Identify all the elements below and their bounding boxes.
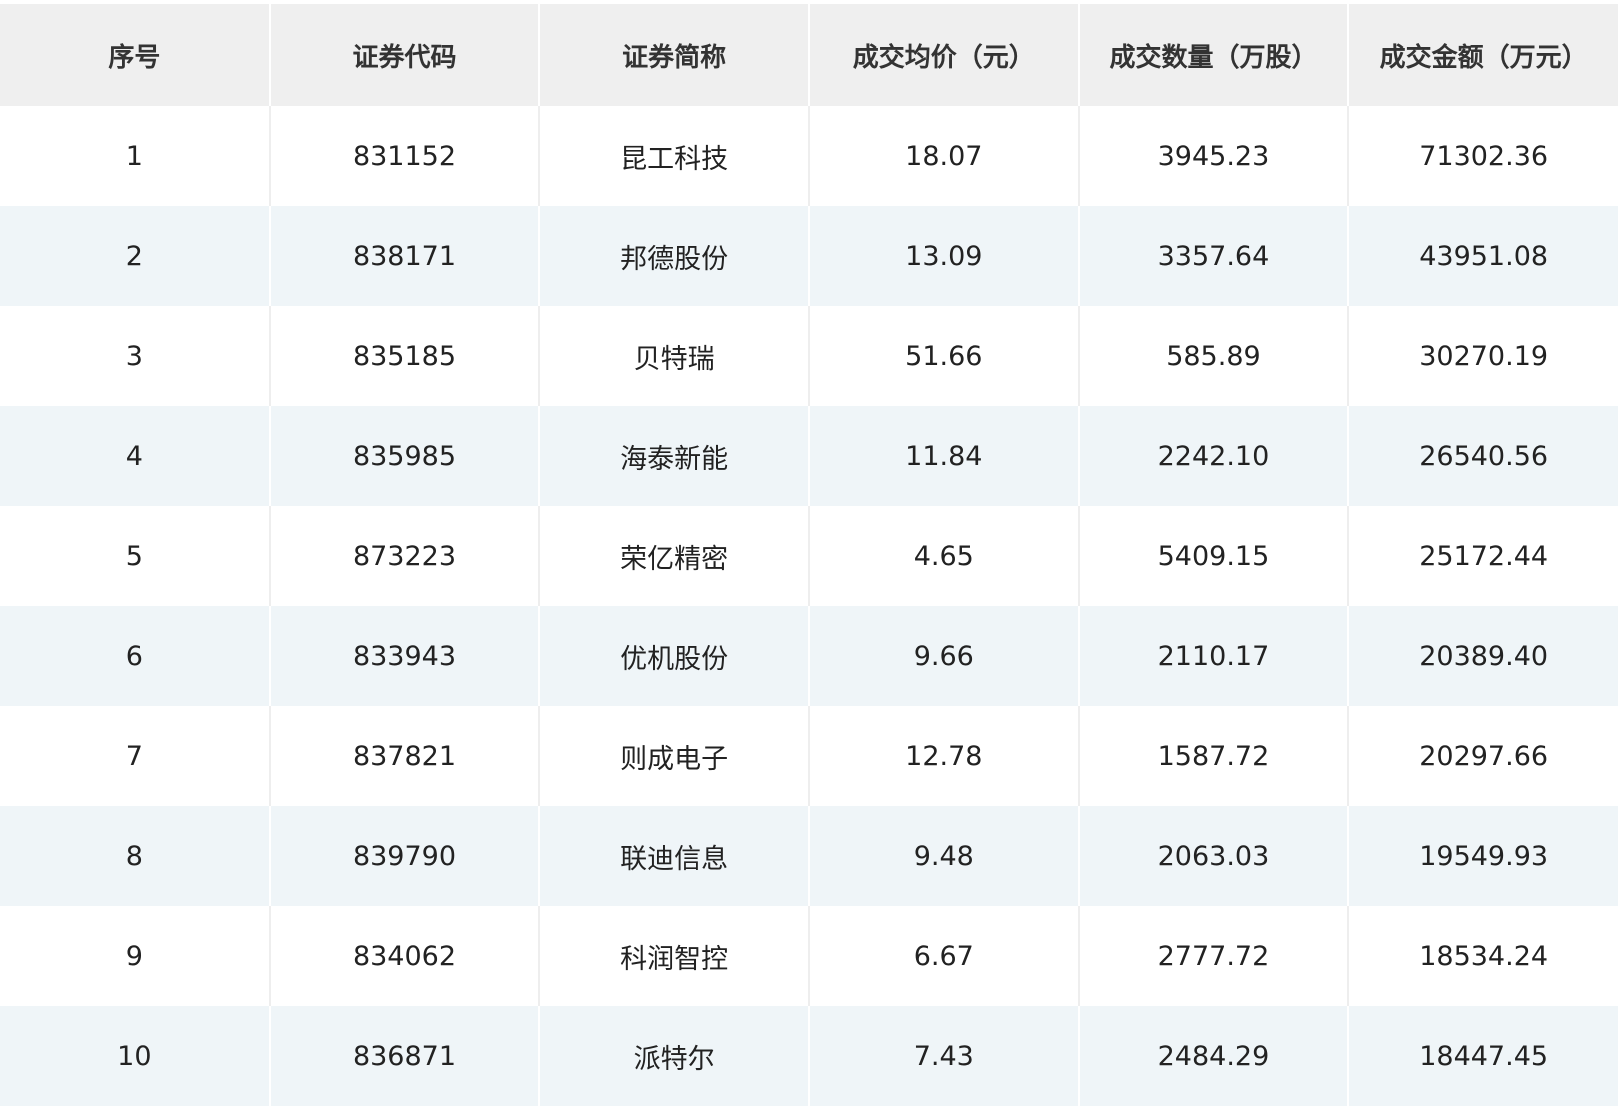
table-row[interactable]: 5 873223 荣亿精密 4.65 5409.15 25172.44 <box>0 506 1618 606</box>
cell-security-code: 838171 <box>268 206 540 306</box>
cell-index: 10 <box>0 1006 270 1106</box>
cell-avg-price: 4.65 <box>807 506 1079 606</box>
cell-security-name: 贝特瑞 <box>538 306 809 406</box>
cell-amount: 43951.08 <box>1347 206 1618 306</box>
cell-security-name: 海泰新能 <box>538 406 809 506</box>
cell-security-name: 优机股份 <box>538 606 809 706</box>
cell-volume: 2484.29 <box>1077 1006 1349 1106</box>
cell-security-code: 833943 <box>268 606 540 706</box>
table-row[interactable]: 10 836871 派特尔 7.43 2484.29 18447.45 <box>0 1006 1618 1106</box>
header-avg-price[interactable]: 成交均价（元） <box>807 4 1079 106</box>
table-row[interactable]: 2 838171 邦德股份 13.09 3357.64 43951.08 <box>0 206 1618 306</box>
header-volume[interactable]: 成交数量（万股） <box>1077 4 1349 106</box>
cell-volume: 2110.17 <box>1077 606 1349 706</box>
table-row[interactable]: 4 835985 海泰新能 11.84 2242.10 26540.56 <box>0 406 1618 506</box>
cell-security-name: 昆工科技 <box>538 106 809 206</box>
cell-security-code: 839790 <box>268 806 540 906</box>
cell-index: 3 <box>0 306 270 406</box>
cell-volume: 3357.64 <box>1077 206 1349 306</box>
cell-amount: 20389.40 <box>1347 606 1618 706</box>
cell-avg-price: 51.66 <box>807 306 1079 406</box>
cell-security-code: 873223 <box>268 506 540 606</box>
cell-volume: 5409.15 <box>1077 506 1349 606</box>
cell-security-name: 荣亿精密 <box>538 506 809 606</box>
header-index[interactable]: 序号 <box>0 4 270 106</box>
table-row[interactable]: 8 839790 联迪信息 9.48 2063.03 19549.93 <box>0 806 1618 906</box>
cell-amount: 71302.36 <box>1347 106 1618 206</box>
cell-index: 6 <box>0 606 270 706</box>
table-header: 序号 证券代码 证券简称 成交均价（元） 成交数量（万股） 成交金额（万元） <box>0 4 1618 106</box>
cell-volume: 585.89 <box>1077 306 1349 406</box>
cell-security-name: 则成电子 <box>538 706 809 806</box>
header-security-name[interactable]: 证券简称 <box>538 4 809 106</box>
cell-avg-price: 9.66 <box>807 606 1079 706</box>
cell-index: 1 <box>0 106 270 206</box>
cell-security-name: 邦德股份 <box>538 206 809 306</box>
cell-volume: 2063.03 <box>1077 806 1349 906</box>
cell-amount: 18447.45 <box>1347 1006 1618 1106</box>
cell-avg-price: 13.09 <box>807 206 1079 306</box>
table-row[interactable]: 3 835185 贝特瑞 51.66 585.89 30270.19 <box>0 306 1618 406</box>
table-row[interactable]: 7 837821 则成电子 12.78 1587.72 20297.66 <box>0 706 1618 806</box>
cell-security-name: 派特尔 <box>538 1006 809 1106</box>
cell-index: 4 <box>0 406 270 506</box>
table-row[interactable]: 6 833943 优机股份 9.66 2110.17 20389.40 <box>0 606 1618 706</box>
cell-security-code: 835185 <box>268 306 540 406</box>
cell-amount: 30270.19 <box>1347 306 1618 406</box>
cell-avg-price: 18.07 <box>807 106 1079 206</box>
cell-security-name: 联迪信息 <box>538 806 809 906</box>
cell-avg-price: 9.48 <box>807 806 1079 906</box>
cell-index: 8 <box>0 806 270 906</box>
cell-amount: 20297.66 <box>1347 706 1618 806</box>
cell-amount: 25172.44 <box>1347 506 1618 606</box>
cell-amount: 26540.56 <box>1347 406 1618 506</box>
cell-volume: 1587.72 <box>1077 706 1349 806</box>
cell-volume: 2777.72 <box>1077 906 1349 1006</box>
cell-security-code: 837821 <box>268 706 540 806</box>
cell-amount: 18534.24 <box>1347 906 1618 1006</box>
cell-security-code: 836871 <box>268 1006 540 1106</box>
cell-security-code: 834062 <box>268 906 540 1006</box>
cell-security-code: 835985 <box>268 406 540 506</box>
cell-index: 9 <box>0 906 270 1006</box>
cell-avg-price: 6.67 <box>807 906 1079 1006</box>
cell-index: 5 <box>0 506 270 606</box>
cell-index: 7 <box>0 706 270 806</box>
header-row: 序号 证券代码 证券简称 成交均价（元） 成交数量（万股） 成交金额（万元） <box>0 4 1618 106</box>
table-row[interactable]: 1 831152 昆工科技 18.07 3945.23 71302.36 <box>0 106 1618 206</box>
header-security-code[interactable]: 证券代码 <box>268 4 540 106</box>
cell-avg-price: 7.43 <box>807 1006 1079 1106</box>
header-amount[interactable]: 成交金额（万元） <box>1347 4 1618 106</box>
cell-security-name: 科润智控 <box>538 906 809 1006</box>
cell-avg-price: 12.78 <box>807 706 1079 806</box>
cell-volume: 3945.23 <box>1077 106 1349 206</box>
trading-table-container: 序号 证券代码 证券简称 成交均价（元） 成交数量（万股） 成交金额（万元） 1… <box>0 4 1618 1106</box>
cell-security-code: 831152 <box>268 106 540 206</box>
trading-table: 序号 证券代码 证券简称 成交均价（元） 成交数量（万股） 成交金额（万元） 1… <box>0 4 1618 1106</box>
cell-avg-price: 11.84 <box>807 406 1079 506</box>
table-row[interactable]: 9 834062 科润智控 6.67 2777.72 18534.24 <box>0 906 1618 1006</box>
cell-amount: 19549.93 <box>1347 806 1618 906</box>
cell-index: 2 <box>0 206 270 306</box>
table-body: 1 831152 昆工科技 18.07 3945.23 71302.36 2 838171 邦德… <box>0 106 1618 1106</box>
cell-volume: 2242.10 <box>1077 406 1349 506</box>
